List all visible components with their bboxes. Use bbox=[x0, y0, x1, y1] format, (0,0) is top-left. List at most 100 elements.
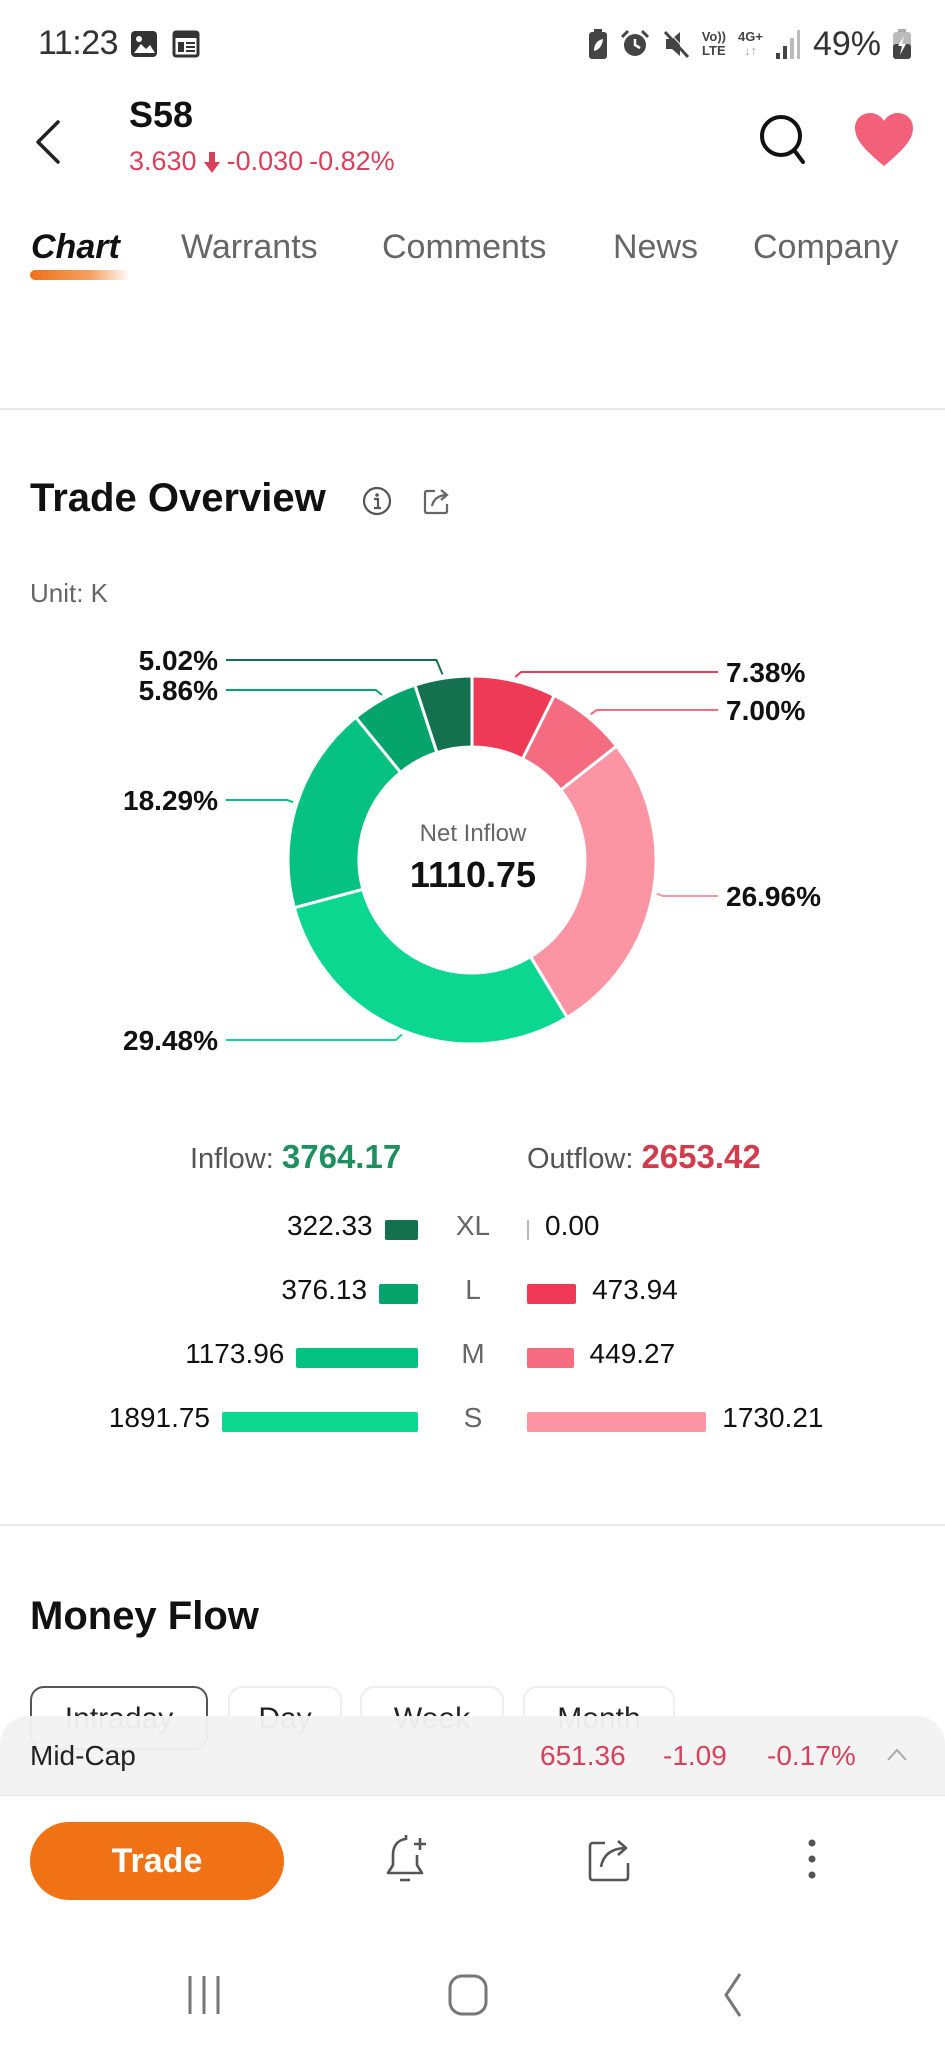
bar-row-xl: 322.33 XL 0.00 bbox=[0, 1210, 945, 1250]
outflow-value: 473.94 bbox=[592, 1274, 678, 1305]
inflow-value: 1173.96 bbox=[185, 1338, 285, 1369]
more-vertical-icon[interactable] bbox=[787, 1833, 837, 1885]
battery-saver-icon bbox=[588, 29, 607, 59]
donut-center-value: 1110.75 bbox=[409, 854, 537, 895]
leader-line bbox=[226, 1033, 403, 1041]
calendar-news-icon bbox=[172, 30, 200, 58]
tab-warrants[interactable]: Warrants bbox=[181, 228, 318, 267]
slice-percent-label: 29.48% bbox=[123, 1025, 218, 1056]
index-name: Mid-Cap bbox=[30, 1740, 136, 1771]
share-icon[interactable] bbox=[422, 486, 452, 516]
status-right-icons: Vo)) LTE 4G+ ↓↑ 49% bbox=[588, 22, 911, 66]
4g-plus-icon: 4G+ ↓↑ bbox=[738, 29, 763, 58]
tab-comments[interactable]: Comments bbox=[382, 228, 546, 267]
outflow-bar bbox=[527, 1412, 707, 1432]
outflow-value: 0.00 bbox=[545, 1210, 600, 1241]
leader-line bbox=[590, 709, 718, 716]
unit-label: Unit: K bbox=[30, 578, 109, 608]
outflow-bar bbox=[527, 1284, 577, 1304]
stock-change: -0.030 bbox=[226, 146, 304, 176]
inflow-value: 376.13 bbox=[281, 1274, 368, 1305]
system-nav-bar bbox=[0, 1940, 945, 2048]
outflow-label: Outflow: bbox=[527, 1143, 634, 1175]
share-icon[interactable] bbox=[585, 1833, 635, 1885]
index-change: -1.09 bbox=[663, 1740, 727, 1771]
slice-percent-label: 5.86% bbox=[139, 675, 218, 706]
inflow-value: 322.33 bbox=[286, 1210, 373, 1241]
chevron-up-icon[interactable] bbox=[885, 1746, 909, 1762]
outflow-value: 449.27 bbox=[589, 1338, 676, 1369]
section-divider bbox=[0, 1524, 945, 1526]
size-category: S bbox=[463, 1402, 483, 1433]
mute-icon bbox=[663, 29, 690, 59]
charging-battery-icon bbox=[893, 29, 911, 59]
tab-bar: Chart Warrants Comments News Company bbox=[0, 228, 945, 288]
trade-donut-chart: 7.38% 7.00% 26.96% 29.48% 18.29% 5.86%5.02% bbox=[123, 645, 821, 1056]
inflow-outflow-bars: 322.33 XL 0.00 376.13 L 473.94 1173.96 M… bbox=[0, 1210, 945, 1470]
leader-line bbox=[656, 892, 718, 897]
index-value: 651.36 bbox=[540, 1740, 626, 1771]
slice-percent-label: 7.38% bbox=[726, 657, 805, 688]
outflow-bar bbox=[527, 1220, 529, 1240]
stock-ticker: S58 bbox=[129, 94, 194, 135]
slice-percent-label: 7.00% bbox=[726, 695, 805, 726]
inflow-bar bbox=[296, 1348, 418, 1368]
donut-center-caption: Net Inflow bbox=[419, 820, 527, 847]
tab-company[interactable]: Company bbox=[753, 228, 899, 267]
leader-line bbox=[226, 799, 294, 804]
nav-back-icon[interactable] bbox=[704, 1970, 764, 2020]
outflow-bar bbox=[527, 1348, 574, 1368]
active-tab-indicator bbox=[30, 270, 130, 280]
bar-row-l: 376.13 L 473.94 bbox=[0, 1274, 945, 1314]
down-arrow-icon bbox=[203, 151, 220, 173]
bar-row-s: 1891.75 S 1730.21 bbox=[0, 1402, 945, 1442]
signal-icon bbox=[775, 30, 800, 59]
stock-change-pct: -0.82% bbox=[309, 146, 395, 176]
inflow-summary: Inflow: 3764.17 bbox=[190, 1138, 401, 1176]
outflow-value: 1730.21 bbox=[722, 1402, 824, 1433]
trade-overview-title: Trade Overview bbox=[30, 476, 326, 520]
slice-percent-label: 5.02% bbox=[139, 645, 218, 676]
status-time: 11:23 bbox=[38, 24, 119, 62]
slice-percent-label: 26.96% bbox=[726, 881, 821, 912]
outflow-summary: Outflow: 2653.42 bbox=[527, 1138, 761, 1176]
inflow-value: 1891.75 bbox=[108, 1402, 210, 1433]
money-flow-title: Money Flow bbox=[30, 1594, 259, 1638]
bottom-action-bar: Trade bbox=[0, 1797, 945, 1927]
add-alert-icon[interactable] bbox=[382, 1833, 432, 1885]
bar-row-m: 1173.96 M 449.27 bbox=[0, 1338, 945, 1378]
info-icon[interactable] bbox=[362, 486, 392, 516]
outflow-total: 2653.42 bbox=[641, 1138, 761, 1175]
alarm-icon bbox=[620, 29, 649, 56]
stock-header: S58 3.630 -0.030 -0.82% bbox=[0, 90, 945, 200]
index-change-pct: -0.17% bbox=[767, 1740, 856, 1771]
status-bar: 11:23 Vo)) LTE 4G+ ↓↑ 49% bbox=[0, 0, 945, 90]
volte-icon: Vo)) LTE bbox=[701, 29, 726, 58]
favorite-heart-icon[interactable] bbox=[853, 112, 915, 168]
size-category: M bbox=[461, 1338, 485, 1369]
gallery-icon bbox=[131, 31, 157, 57]
leader-line bbox=[226, 659, 444, 675]
leader-line bbox=[226, 689, 383, 696]
inflow-label: Inflow: bbox=[190, 1143, 274, 1175]
donut-slice-inflow-s bbox=[292, 887, 570, 1046]
index-ticker-bar[interactable]: Mid-Cap 651.36 -1.09 -0.17% bbox=[0, 1716, 945, 1796]
recent-apps-icon[interactable] bbox=[176, 1970, 236, 2020]
section-divider bbox=[0, 408, 945, 410]
size-category: XL bbox=[455, 1210, 491, 1241]
tab-news[interactable]: News bbox=[613, 228, 698, 267]
inflow-bar bbox=[222, 1412, 418, 1432]
leader-line bbox=[514, 671, 718, 678]
size-category: L bbox=[465, 1274, 481, 1305]
trade-button[interactable]: Trade bbox=[30, 1822, 284, 1900]
inflow-bar bbox=[379, 1284, 418, 1304]
back-button[interactable] bbox=[28, 112, 68, 172]
inflow-total: 3764.17 bbox=[281, 1138, 402, 1175]
home-icon[interactable] bbox=[438, 1970, 498, 2020]
battery-percent: 49% bbox=[812, 24, 881, 63]
search-icon[interactable] bbox=[755, 110, 811, 170]
inflow-bar bbox=[384, 1220, 418, 1240]
stock-price: 3.630 bbox=[129, 146, 197, 176]
slice-percent-label: 18.29% bbox=[123, 785, 218, 816]
tab-chart[interactable]: Chart bbox=[31, 228, 120, 267]
